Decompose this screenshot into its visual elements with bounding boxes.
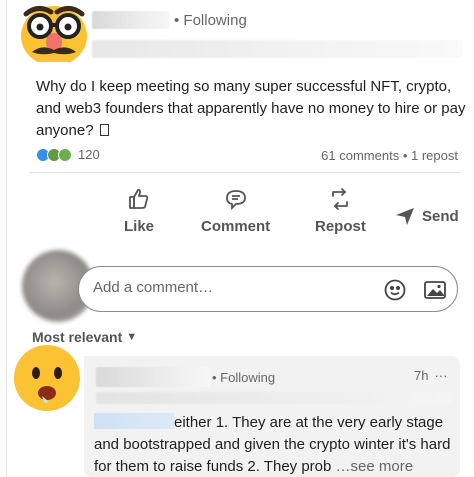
author-name-redacted[interactable] — [92, 11, 170, 29]
post-stats[interactable]: 61 comments • 1 repost — [321, 148, 458, 163]
mention-redacted[interactable] — [94, 413, 174, 429]
send-button[interactable]: Send — [394, 205, 459, 227]
repost-icon — [332, 188, 349, 210]
author-headline-redacted — [92, 40, 462, 58]
see-more-link[interactable]: …see more — [336, 458, 414, 475]
commenter-follow-status: • Following — [212, 370, 276, 385]
comment-label: Comment — [201, 218, 271, 235]
commenter-headline-redacted — [96, 392, 452, 404]
support-reaction-icon — [58, 147, 72, 162]
send-icon — [396, 208, 414, 225]
commenter-name-redacted[interactable] — [96, 367, 210, 387]
drooling-face-emoji[interactable] — [12, 343, 82, 413]
like-label: Like — [124, 218, 155, 235]
comment-icon — [225, 190, 246, 211]
divider — [30, 172, 460, 173]
emoji-icon[interactable] — [383, 278, 407, 302]
comment-meta: 7h ··· — [414, 368, 447, 383]
stats-separator: • — [402, 148, 408, 163]
like-button[interactable]: Like — [124, 186, 154, 235]
follow-status: • Following — [174, 12, 247, 29]
reactions-summary[interactable]: 120 — [36, 147, 100, 162]
comment-menu-icon[interactable]: ··· — [434, 368, 447, 383]
post-text: Why do I keep meeting so many super succ… — [36, 76, 466, 142]
comment-input[interactable]: Add a comment… — [93, 279, 213, 296]
send-label: Send — [422, 207, 459, 225]
comment-box[interactable]: Add a comment… — [78, 266, 458, 312]
comment-button[interactable]: Comment — [201, 186, 270, 235]
unknown-glyph — [99, 124, 109, 136]
thumbs-up-icon — [129, 188, 149, 209]
comments-count[interactable]: 61 comments — [321, 148, 399, 163]
image-icon[interactable] — [423, 278, 447, 302]
caret-down-icon: ▼ — [126, 331, 138, 343]
comment-time: 7h — [414, 368, 429, 383]
repost-button[interactable]: Repost — [315, 186, 366, 235]
disguised-face-emoji[interactable] — [18, 0, 90, 62]
comment-text: either 1. They are at the very early sta… — [94, 412, 454, 477]
reaction-icons — [36, 147, 72, 162]
reposts-count[interactable]: 1 repost — [411, 148, 458, 163]
reaction-count: 120 — [78, 147, 100, 162]
card-border — [6, 0, 7, 477]
repost-label: Repost — [315, 218, 366, 235]
